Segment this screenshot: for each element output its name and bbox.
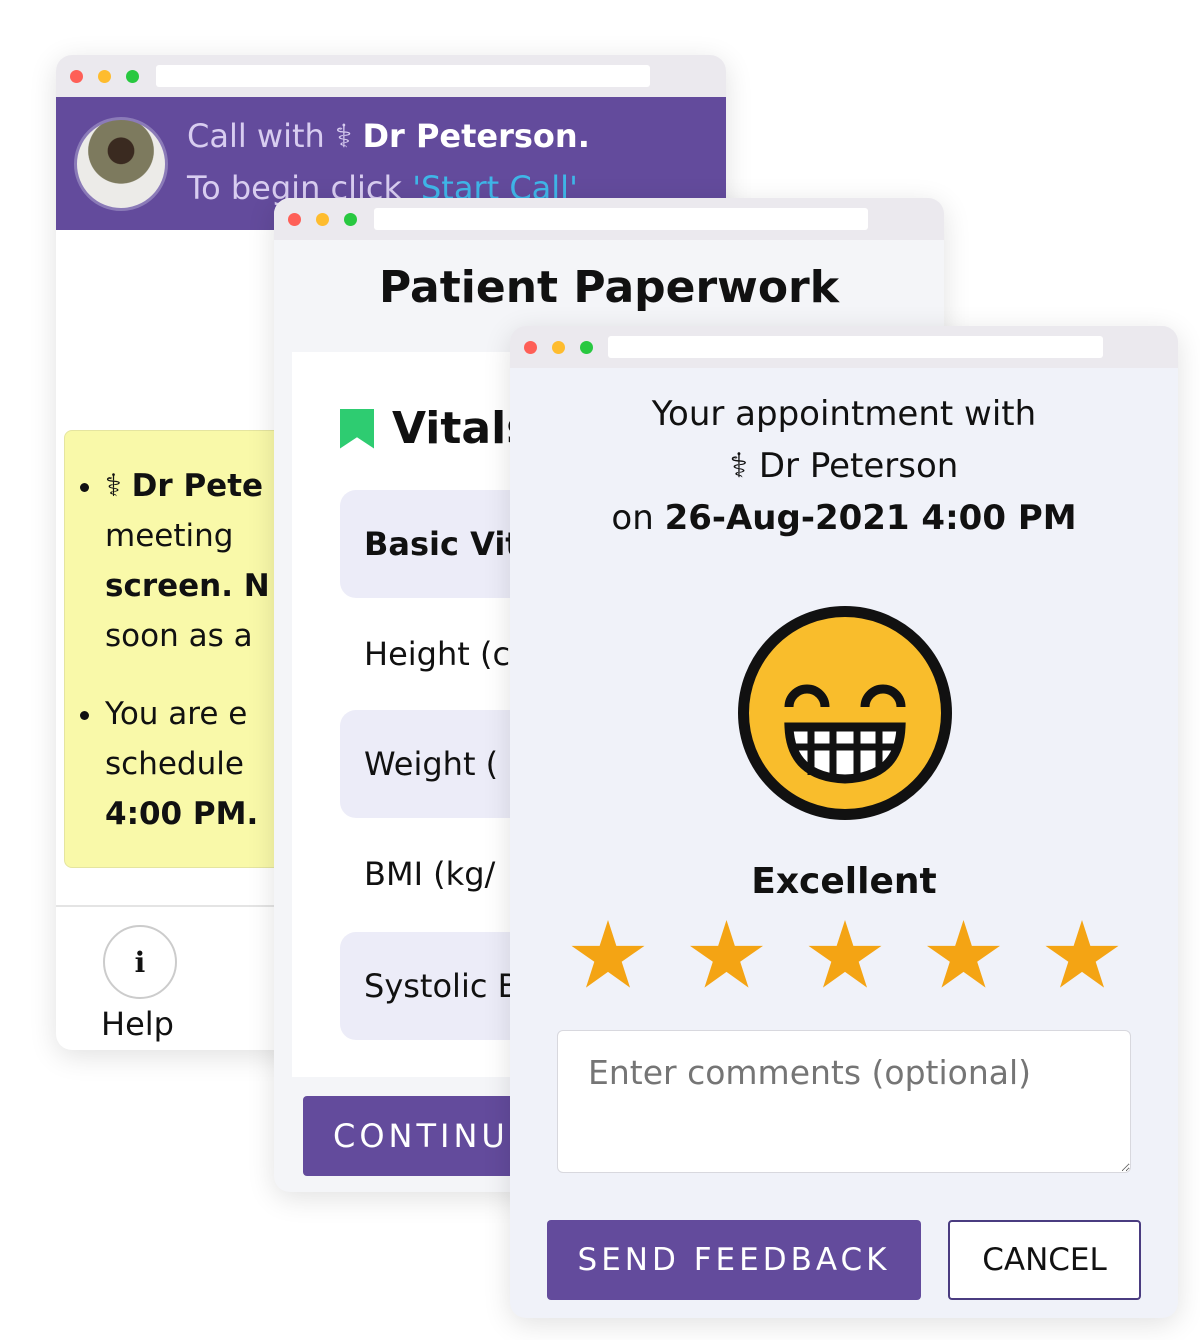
appointment-text: Your appointment with — [651, 394, 1037, 434]
address-bar[interactable] — [156, 65, 650, 87]
maximize-dot[interactable] — [344, 213, 357, 226]
address-bar[interactable] — [374, 208, 868, 230]
comments-input[interactable] — [557, 1030, 1131, 1173]
send-feedback-button[interactable]: SEND FEEDBACK — [547, 1220, 921, 1300]
close-dot[interactable] — [288, 213, 301, 226]
title-bar — [56, 55, 726, 97]
doctor-icon: ⚕ — [105, 468, 122, 504]
close-dot[interactable] — [524, 341, 537, 354]
header-prefix: Call with — [187, 117, 325, 155]
help-button[interactable]: i — [103, 925, 177, 999]
minimize-dot[interactable] — [98, 70, 111, 83]
doctor-avatar — [74, 117, 168, 211]
minimize-dot[interactable] — [552, 341, 565, 354]
minimize-dot[interactable] — [316, 213, 329, 226]
grinning-face-icon — [738, 606, 952, 820]
title-bar — [274, 198, 944, 240]
feedback-window: Your appointment with ⚕ Dr Peterson on 2… — [510, 326, 1178, 1318]
section-heading: Vitals — [340, 403, 532, 454]
bookmark-icon — [340, 408, 374, 449]
page-title: Patient Paperwork — [378, 262, 840, 313]
star-icon[interactable] — [1045, 920, 1119, 988]
doctor-icon: ⚕ — [334, 117, 353, 155]
maximize-dot[interactable] — [580, 341, 593, 354]
appointment-datetime: 26-Aug-2021 4:00 PM — [664, 498, 1077, 538]
star-icon[interactable] — [808, 920, 882, 988]
star-rating[interactable] — [570, 920, 1120, 992]
close-dot[interactable] — [70, 70, 83, 83]
doctor-name: Dr Peterson. — [362, 117, 590, 155]
star-icon[interactable] — [690, 920, 763, 988]
title-bar — [510, 326, 1178, 368]
maximize-dot[interactable] — [126, 70, 139, 83]
star-icon[interactable] — [571, 920, 645, 988]
star-icon[interactable] — [927, 920, 1000, 988]
doctor-name: Dr Peterson — [758, 446, 959, 486]
help-label: Help — [101, 1005, 174, 1043]
doctor-icon: ⚕ — [729, 446, 749, 486]
address-bar[interactable] — [608, 336, 1103, 358]
cancel-button[interactable]: CANCEL — [948, 1220, 1141, 1300]
rating-label: Excellent — [751, 861, 937, 902]
info-icon: i — [134, 945, 146, 979]
